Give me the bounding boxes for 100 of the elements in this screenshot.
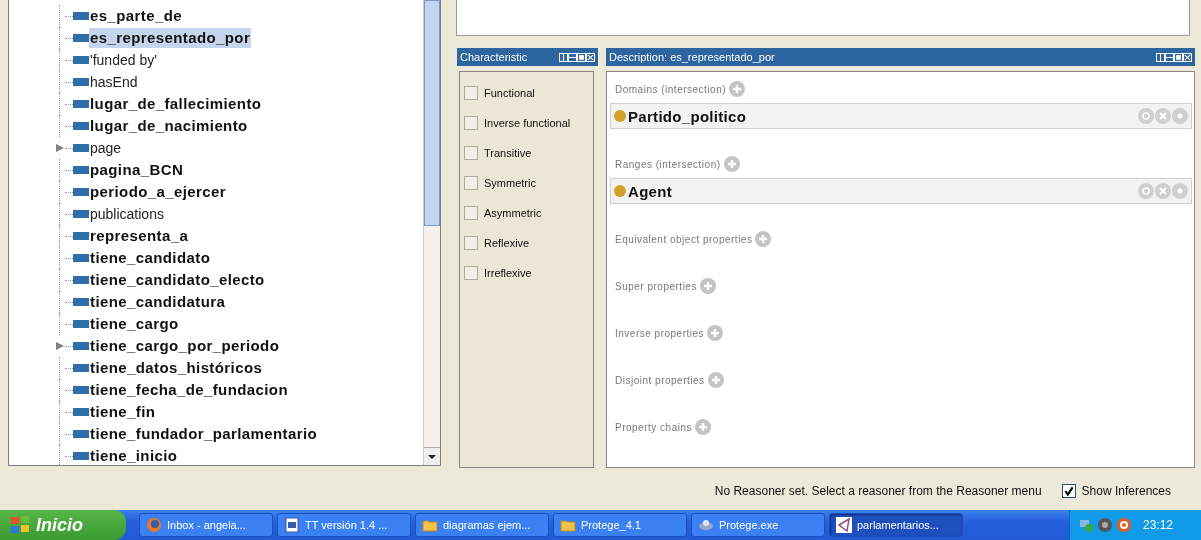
checkbox-label: Transitive: [484, 147, 532, 159]
property-icon: [73, 298, 89, 306]
tree-item[interactable]: page: [89, 138, 123, 158]
down-arrow-icon[interactable]: [427, 453, 437, 460]
property-icon: [73, 166, 89, 174]
class-icon: [614, 110, 626, 122]
add-icon[interactable]: [707, 372, 724, 388]
tree-item[interactable]: lugar_de_nacimiento: [89, 116, 249, 136]
checkbox-label: Functional: [484, 87, 535, 99]
annotate-icon[interactable]: [1138, 183, 1154, 199]
property-icon: [73, 342, 89, 350]
clock: 23:12: [1143, 518, 1174, 532]
add-icon[interactable]: [723, 156, 740, 172]
tree-item[interactable]: publications: [89, 204, 165, 224]
speaker-icon[interactable]: [1097, 517, 1113, 533]
tree-item[interactable]: hasEnd: [89, 72, 139, 92]
tree-item[interactable]: tiene_cargo: [89, 314, 180, 334]
taskbar-button[interactable]: Protege.exe: [691, 513, 825, 537]
add-icon[interactable]: [707, 325, 724, 341]
property-icon: [73, 276, 89, 284]
property-icon: [73, 254, 89, 262]
taskbar-button[interactable]: parlamentarios...: [829, 513, 963, 537]
info-icon[interactable]: [1172, 183, 1188, 199]
tree-item[interactable]: representa_a: [89, 226, 190, 246]
expand-arrow-icon[interactable]: [55, 143, 65, 153]
checkbox[interactable]: [464, 236, 478, 250]
add-icon[interactable]: [695, 419, 711, 435]
property-icon: [73, 78, 89, 86]
update-icon[interactable]: [1116, 517, 1132, 533]
network-icon[interactable]: [1078, 517, 1094, 533]
section-label: Domains (intersection): [615, 83, 727, 95]
windows-flag-icon: [10, 515, 30, 535]
checkbox[interactable]: [464, 116, 478, 130]
checkbox-label: Show Inferences: [1081, 484, 1171, 498]
property-icon: [73, 122, 89, 130]
delete-icon[interactable]: [1155, 183, 1171, 199]
folder-icon: [560, 517, 576, 533]
property-icon: [73, 56, 89, 64]
tree-item[interactable]: pagina_BCN: [89, 160, 185, 180]
section-label: Ranges (intersection): [615, 158, 721, 170]
checkbox[interactable]: [464, 176, 478, 190]
property-icon: [73, 100, 89, 108]
checkbox-label: Inverse functional: [484, 117, 571, 129]
panel-title: Description: es_representado_por: [609, 51, 775, 63]
tree-item[interactable]: tiene_fecha_de_fundacion: [89, 380, 289, 400]
tree-item[interactable]: tiene_fin: [89, 402, 157, 422]
checkbox[interactable]: [464, 206, 478, 220]
class-entry[interactable]: Partido_politico: [610, 103, 1192, 129]
class-name: Partido_politico: [628, 107, 747, 125]
tree-item[interactable]: tiene_inicio: [89, 446, 179, 465]
tree-item[interactable]: periodo_a_ejercer: [89, 182, 228, 202]
tree-item[interactable]: es_representado_por: [89, 28, 252, 48]
checkbox[interactable]: [464, 266, 478, 280]
tree-item[interactable]: 'funded by': [89, 50, 158, 70]
triangle-logo-icon: [836, 517, 852, 533]
program-icon: [698, 517, 714, 533]
tree-item[interactable]: tiene_candidato_electo: [89, 270, 266, 290]
property-icon: [73, 232, 89, 240]
taskbar-button[interactable]: diagramas ejem...: [415, 513, 549, 537]
class-icon: [614, 185, 626, 197]
property-icon: [73, 144, 89, 152]
property-icon: [73, 34, 89, 42]
taskbar-button[interactable]: TT versión 1.4 ...: [277, 513, 411, 537]
add-icon[interactable]: [755, 231, 772, 247]
expand-arrow-icon[interactable]: [55, 341, 65, 351]
taskbar-button[interactable]: Inbox - angela...: [139, 513, 273, 537]
view-buttons-icon[interactable]: [559, 52, 595, 62]
document-icon: [284, 517, 300, 533]
info-icon[interactable]: [1172, 108, 1188, 124]
property-icon: [73, 12, 89, 20]
add-icon[interactable]: [729, 81, 746, 97]
checkbox-label: Symmetric: [484, 177, 536, 189]
section-label: Disjoint properties: [615, 374, 705, 386]
tree-item[interactable]: tiene_candidato: [89, 248, 212, 268]
class-name: Agent: [628, 182, 672, 200]
status-message: No Reasoner set. Select a reasoner from the Reasoner menu: [714, 484, 1042, 498]
scrollbar[interactable]: [423, 0, 440, 465]
property-icon: [73, 408, 89, 416]
property-icon: [73, 452, 89, 460]
checkbox[interactable]: [464, 146, 478, 160]
property-icon: [73, 188, 89, 196]
text-area[interactable]: [456, 0, 1190, 36]
section-label: Super properties: [615, 280, 697, 292]
tree-item[interactable]: tiene_fundador_parlamentario: [89, 424, 319, 444]
tree-item[interactable]: tiene_candidatura: [89, 292, 227, 312]
taskbar-button[interactable]: Protege_4.1: [553, 513, 687, 537]
tree-item[interactable]: lugar_de_fallecimiento: [89, 94, 263, 114]
tree-item[interactable]: es_parte_de: [89, 6, 183, 26]
view-buttons-icon[interactable]: [1156, 52, 1192, 62]
checkbox[interactable]: [1061, 484, 1076, 498]
globe-icon: [146, 517, 162, 533]
delete-icon[interactable]: [1155, 108, 1171, 124]
tree-item[interactable]: tiene_cargo_por_periodo: [89, 336, 281, 356]
checkbox[interactable]: [464, 86, 478, 100]
checkbox-label: Asymmetric: [484, 207, 542, 219]
add-icon[interactable]: [699, 278, 716, 294]
annotate-icon[interactable]: [1138, 108, 1154, 124]
property-icon: [73, 320, 89, 328]
tree-item[interactable]: tiene_datos_históricos: [89, 358, 264, 378]
class-entry[interactable]: Agent: [610, 178, 1192, 204]
